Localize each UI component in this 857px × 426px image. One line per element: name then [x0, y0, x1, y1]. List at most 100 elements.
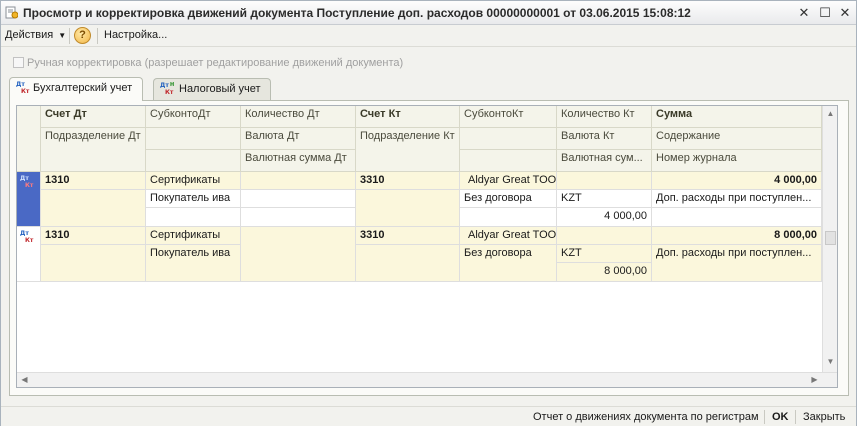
tab-accounting[interactable]: Дт Кт Бухгалтерский учет [9, 77, 143, 101]
footer-separator [764, 410, 765, 424]
header-empty [460, 128, 557, 150]
cell-nomer-zhurnala[interactable] [652, 208, 822, 227]
header-nomer-zhurnala[interactable]: Номер журнала [652, 150, 822, 172]
actions-label: Действия [5, 29, 54, 41]
ok-button[interactable]: OK [772, 411, 789, 423]
header-valyutnaya-summa-kt[interactable]: Валютная сум... [557, 150, 652, 172]
toolbar-separator [69, 28, 70, 44]
svg-text:Кт: Кт [25, 182, 34, 188]
cell-schet-dt[interactable]: 1310 [41, 172, 146, 190]
cell-valyutnaya-summa-dt[interactable] [241, 208, 356, 227]
row-marker[interactable]: Дт Кт [17, 172, 41, 227]
cell-valyuta-kt[interactable]: KZT [557, 245, 652, 263]
header-kolichestvo-kt[interactable]: Количество Кт [557, 106, 652, 128]
cell-kolichestvo-kt[interactable] [557, 172, 652, 190]
toolbar-separator [97, 28, 98, 44]
header-podrazdelenie-kt[interactable]: Подразделение Кт [356, 128, 460, 172]
cell-kolichestvo-dt[interactable] [241, 172, 356, 190]
cell-subkonto-dt-1[interactable]: Сертификаты [146, 227, 241, 245]
cell-subkonto-kt-2[interactable]: Без договора [460, 245, 557, 282]
footer-bar: Отчет о движениях документа по регистрам… [1, 406, 856, 426]
header-valyutnaya-summa-dt[interactable]: Валютная сумма Дт [241, 150, 356, 172]
dt-kt-icon: Дт Кт [16, 81, 30, 94]
cell-subkonto-dt-1[interactable]: Сертификаты [146, 172, 241, 190]
footer-separator [795, 410, 796, 424]
tab-tax[interactable]: Дт Н Кт Налоговый учет [153, 78, 271, 100]
svg-text:Дт: Дт [16, 81, 25, 88]
dt-kt-icon: Дт Кт [20, 230, 34, 243]
cell-podrazdelenie-dt[interactable] [41, 190, 146, 227]
cell-schet-kt[interactable]: 3310 [356, 227, 460, 245]
scroll-up-icon[interactable]: ▲ [823, 106, 837, 122]
help-button[interactable]: ? [74, 27, 91, 44]
tab-tax-label: Налоговый учет [179, 83, 261, 95]
cell-podrazdelenie-dt[interactable] [41, 245, 146, 282]
cell-soderzhanie[interactable]: Доп. расходы при поступлен... [652, 245, 822, 282]
header-valyuta-dt[interactable]: Валюта Дт [241, 128, 356, 150]
actions-menu[interactable]: Действия ▼ [5, 29, 66, 41]
cell-kolichestvo-dt[interactable] [241, 227, 356, 282]
document-movements-icon [5, 6, 18, 19]
header-marker-column [17, 106, 41, 172]
header-schet-kt[interactable]: Счет Кт [356, 106, 460, 128]
dropdown-arrow-icon: ▼ [58, 31, 67, 40]
header-subkonto-dt[interactable]: СубконтоДт [146, 106, 241, 128]
cell-valyutnaya-summa-kt[interactable]: 8 000,00 [557, 263, 652, 282]
cell-subkonto-kt-1[interactable]: Aldyar Great TOO [460, 227, 557, 245]
cell-subkonto-kt-1[interactable]: Aldyar Great TOO [460, 172, 557, 190]
cell-summa[interactable]: 4 000,00 [652, 172, 822, 190]
window-title: Просмотр и корректировка движений докуме… [23, 6, 691, 20]
cell-podrazdelenie-kt[interactable] [356, 245, 460, 282]
cell-valyuta-kt[interactable]: KZT [557, 190, 652, 208]
header-podrazdelenie-dt[interactable]: Подразделение Дт [41, 128, 146, 172]
vertical-scrollbar[interactable]: ▲ ▼ [822, 106, 837, 372]
header-empty [146, 128, 241, 150]
manual-correction-label: Ручная корректировка (разрешает редактир… [27, 57, 404, 69]
report-movements-button[interactable]: Отчет о движениях документа по регистрам [533, 411, 759, 423]
header-empty [146, 150, 241, 172]
cell-subkonto-kt-2[interactable]: Без договора [460, 190, 557, 208]
scroll-left-icon[interactable]: ◀ [17, 372, 32, 387]
cell-subkonto-dt-2[interactable]: Покупатель ива [146, 190, 241, 208]
maximize-icon[interactable]: ☐ [817, 5, 833, 21]
cell-soderzhanie[interactable]: Доп. расходы при поступлен... [652, 190, 822, 208]
header-empty [460, 150, 557, 172]
cell-schet-dt[interactable]: 1310 [41, 227, 146, 245]
dt-kt-icon: Дт Кт [20, 175, 34, 188]
svg-text:Дт: Дт [20, 230, 29, 237]
header-schet-dt[interactable]: Счет Дт [41, 106, 146, 128]
horizontal-scrollbar[interactable]: ◀ ▶ [17, 372, 837, 387]
header-kolichestvo-dt[interactable]: Количество Дт [241, 106, 356, 128]
cell-valyuta-dt[interactable] [241, 190, 356, 208]
cell-summa[interactable]: 8 000,00 [652, 227, 822, 245]
cell-valyutnaya-summa-kt[interactable]: 4 000,00 [557, 208, 652, 227]
settings-button[interactable]: Настройка... [104, 29, 167, 41]
close-icon[interactable]: ✕ [796, 5, 812, 21]
toolbar: Действия ▼ ? Настройка... [1, 25, 856, 47]
close-window-icon[interactable]: ✕ [837, 5, 853, 21]
scroll-down-icon[interactable]: ▼ [823, 354, 837, 370]
movements-grid[interactable]: Счет Дт СубконтоДт Количество Дт Счет Кт… [16, 105, 838, 388]
document-movements-window: Просмотр и корректировка движений докуме… [0, 0, 857, 426]
header-summa[interactable]: Сумма [652, 106, 822, 128]
header-soderzhanie[interactable]: Содержание [652, 128, 822, 150]
cell-subkonto-dt-2[interactable]: Покупатель ива [146, 245, 241, 282]
cell-schet-kt[interactable]: 3310 [356, 172, 460, 190]
cell-empty[interactable] [146, 208, 241, 227]
cell-empty[interactable] [460, 208, 557, 227]
row-marker[interactable]: Дт Кт [17, 227, 41, 282]
svg-text:Дт: Дт [20, 175, 29, 182]
close-button[interactable]: Закрыть [803, 411, 845, 423]
title-bar: Просмотр и корректировка движений докуме… [1, 1, 856, 25]
header-valyuta-kt[interactable]: Валюта Кт [557, 128, 652, 150]
scroll-right-icon[interactable]: ▶ [807, 372, 822, 387]
svg-text:Н: Н [170, 82, 174, 88]
manual-correction-checkbox-row: Ручная корректировка (разрешает редактир… [13, 57, 403, 69]
cell-podrazdelenie-kt[interactable] [356, 190, 460, 227]
tab-accounting-label: Бухгалтерский учет [33, 82, 133, 94]
svg-text:Кт: Кт [165, 89, 174, 95]
scroll-thumb[interactable] [825, 231, 836, 245]
manual-correction-checkbox[interactable] [13, 57, 24, 68]
cell-kolichestvo-kt[interactable] [557, 227, 652, 245]
header-subkonto-kt[interactable]: СубконтоКт [460, 106, 557, 128]
